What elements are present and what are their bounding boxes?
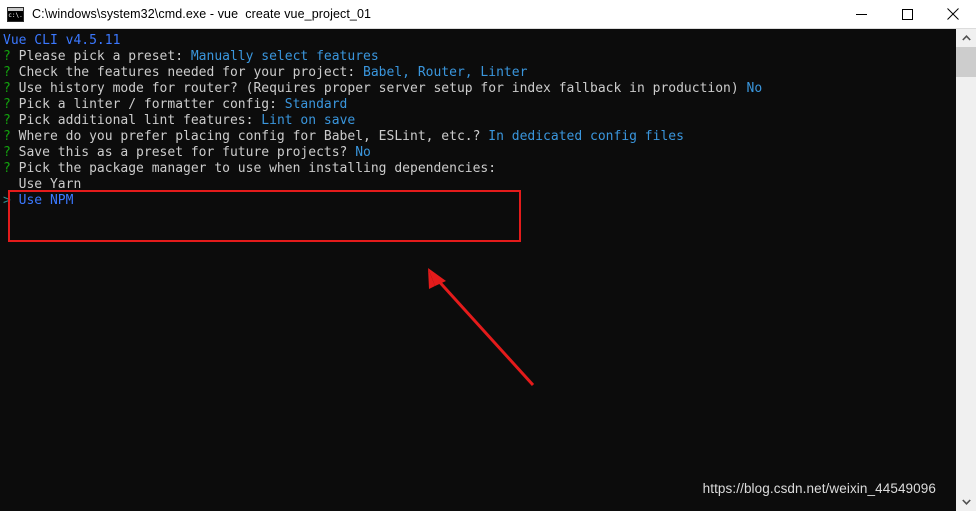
console-line: ? Where do you prefer placing config for… [3, 129, 762, 145]
console-text: Use NPM [18, 193, 74, 208]
vertical-scrollbar[interactable] [956, 29, 976, 511]
console-line: ? Pick a linter / formatter config: Stan… [3, 97, 762, 113]
console-line: ? Please pick a preset: Manually select … [3, 49, 762, 65]
console-text: ? [3, 145, 19, 160]
console-text: Pick additional lint features: [18, 113, 262, 128]
watermark-url: https://blog.csdn.net/weixin_44549096 [702, 481, 936, 496]
console-text: In dedicated config files [488, 129, 684, 144]
console-lines: Vue CLI v4.5.11? Please pick a preset: M… [3, 33, 762, 209]
console-text: ? [3, 113, 19, 128]
console-text: Babel, Router, Linter [363, 65, 528, 80]
console-line: Use Yarn [3, 177, 762, 193]
console-text: Check the features needed for your proje… [18, 65, 364, 80]
console-text: Use Yarn [3, 177, 82, 192]
console-text: Pick the package manager to use when ins… [18, 161, 497, 176]
console-text: No [355, 145, 371, 160]
console-text: No [746, 81, 763, 96]
console-line: ? Pick additional lint features: Lint on… [3, 113, 762, 129]
console-text: ? [3, 161, 19, 176]
console-text: Lint on save [261, 113, 356, 128]
console-text: Please pick a preset: [18, 49, 191, 64]
console-text: Pick a linter / formatter config: [18, 97, 285, 112]
console-text: Save this as a preset for future project… [18, 145, 356, 160]
cmd-window: C:\windows\system32\cmd.exe - vue create… [0, 0, 976, 511]
console-line: > Use NPM [3, 193, 762, 209]
console-line: Vue CLI v4.5.11 [3, 33, 762, 49]
console-text: ? [3, 49, 19, 64]
window-controls [838, 0, 976, 29]
console-text: ? [3, 129, 19, 144]
console-text: Manually select features [190, 49, 379, 64]
cmd-console-icon [7, 6, 24, 22]
console-text: ? [3, 65, 19, 80]
console-text: Standard [284, 97, 348, 112]
pointer-arrow [428, 268, 535, 387]
window-title: C:\windows\system32\cmd.exe - vue create… [32, 7, 372, 21]
console-text: Where do you prefer placing config for B… [18, 129, 489, 144]
close-button[interactable] [930, 0, 976, 29]
console-line: ? Save this as a preset for future proje… [3, 145, 762, 161]
console-text: > [3, 193, 11, 208]
console-text: ? [3, 81, 19, 96]
console-text: ? [3, 97, 19, 112]
console-text: Vue CLI v4.5.11 [3, 33, 121, 48]
console-text: Use history mode for router? (Requires p… [18, 81, 747, 96]
console-line: ? Use history mode for router? (Requires… [3, 81, 762, 97]
terminal-output-area[interactable]: Vue CLI v4.5.11? Please pick a preset: M… [0, 29, 956, 511]
chevron-down-icon[interactable] [956, 493, 976, 511]
console-line: ? Pick the package manager to use when i… [3, 161, 762, 177]
console-line: ? Check the features needed for your pro… [3, 65, 762, 81]
title-bar[interactable]: C:\windows\system32\cmd.exe - vue create… [0, 0, 976, 29]
scrollbar-thumb[interactable] [956, 47, 976, 77]
minimize-button[interactable] [838, 0, 884, 29]
chevron-up-icon[interactable] [956, 29, 976, 47]
maximize-button[interactable] [884, 0, 930, 29]
